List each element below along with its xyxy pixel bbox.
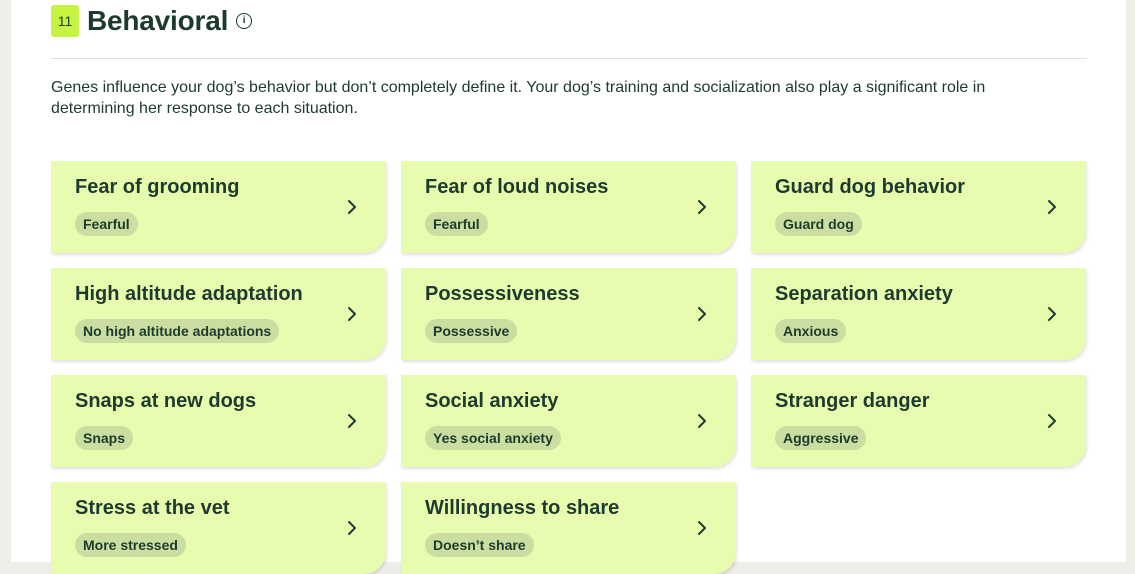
trait-card-snaps-at-new-dogs[interactable]: Snaps at new dogs Snaps — [51, 375, 386, 467]
trait-title: Separation anxiety — [775, 283, 953, 305]
chevron-right-icon — [348, 414, 356, 428]
trait-result-badge: More stressed — [75, 533, 186, 557]
chevron-right-icon — [698, 200, 706, 214]
trait-title: Snaps at new dogs — [75, 390, 257, 412]
trait-result-badge: Fearful — [75, 212, 138, 236]
chevron-right-icon — [698, 414, 706, 428]
trait-card-separation-anxiety[interactable]: Separation anxiety Anxious — [751, 268, 1086, 360]
trait-card-grid: Fear of grooming Fearful Fear of loud no… — [51, 161, 1087, 574]
trait-title: Fear of grooming — [75, 176, 240, 198]
trait-count-badge: 11 — [51, 5, 79, 37]
section-title: Behavioral — [87, 5, 229, 36]
chevron-right-icon — [348, 200, 356, 214]
trait-result-badge: No high altitude adaptations — [75, 319, 280, 343]
chevron-right-icon — [1048, 414, 1056, 428]
chevron-right-icon — [348, 307, 356, 321]
trait-card-stress-at-the-vet[interactable]: Stress at the vet More stressed — [51, 482, 386, 574]
trait-card-fear-of-grooming[interactable]: Fear of grooming Fearful — [51, 161, 386, 253]
trait-card-social-anxiety[interactable]: Social anxiety Yes social anxiety — [401, 375, 736, 467]
trait-title: High altitude adaptation — [75, 283, 303, 305]
trait-result-badge: Anxious — [775, 319, 847, 343]
trait-result-badge: Guard dog — [775, 212, 862, 236]
chevron-right-icon — [698, 307, 706, 321]
trait-result-badge: Doesn’t share — [425, 533, 534, 557]
trait-title: Stress at the vet — [75, 497, 230, 519]
trait-card-possessiveness[interactable]: Possessiveness Possessive — [401, 268, 736, 360]
trait-card-willingness-to-share[interactable]: Willingness to share Doesn’t share — [401, 482, 736, 574]
trait-title: Stranger danger — [775, 390, 930, 412]
chevron-right-icon — [348, 521, 356, 535]
divider — [51, 58, 1087, 59]
trait-result-badge: Aggressive — [775, 426, 867, 450]
trait-card-guard-dog-behavior[interactable]: Guard dog behavior Guard dog — [751, 161, 1086, 253]
chevron-right-icon — [1048, 307, 1056, 321]
trait-title: Fear of loud noises — [425, 176, 609, 198]
section-description: Genes influence your dog’s behavior but … — [51, 79, 986, 117]
trait-card-fear-of-loud-noises[interactable]: Fear of loud noises Fearful — [401, 161, 736, 253]
chevron-right-icon — [1048, 200, 1056, 214]
trait-card-high-altitude-adaptation[interactable]: High altitude adaptation No high altitud… — [51, 268, 386, 360]
info-circle-icon[interactable]: i — [236, 13, 253, 29]
trait-title: Possessiveness — [425, 283, 580, 305]
chevron-right-icon — [698, 521, 706, 535]
trait-title: Guard dog behavior — [775, 176, 966, 198]
trait-card-stranger-danger[interactable]: Stranger danger Aggressive — [751, 375, 1086, 467]
behavioral-section: 11 Behavioral i Genes influence your dog… — [11, 0, 1126, 574]
trait-title: Social anxiety — [425, 390, 559, 412]
section-header: 11 Behavioral i — [51, 4, 253, 38]
trait-result-badge: Yes social anxiety — [425, 426, 561, 450]
trait-result-badge: Fearful — [425, 212, 488, 236]
trait-result-badge: Snaps — [75, 426, 134, 450]
trait-result-badge: Possessive — [425, 319, 518, 343]
trait-title: Willingness to share — [425, 497, 620, 519]
